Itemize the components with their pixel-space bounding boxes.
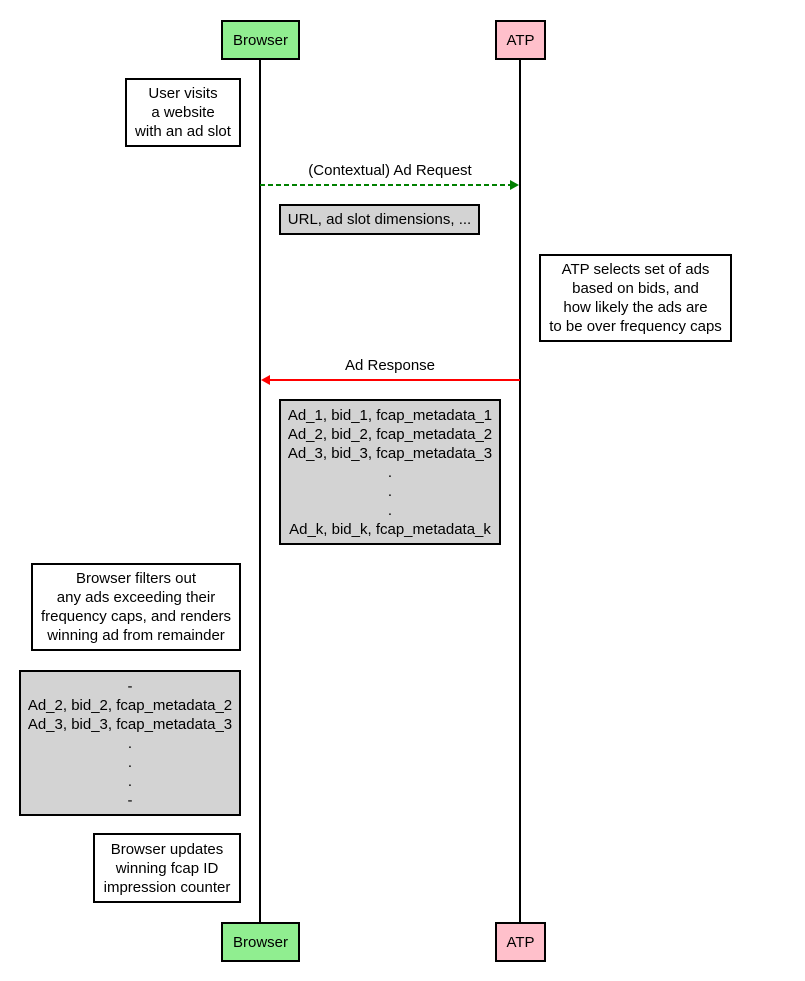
note-atp-selects: ATP selects set of ads based on bids, an… — [539, 254, 732, 342]
participant-label: ATP — [506, 933, 535, 951]
note-line: to be over frequency caps — [549, 318, 722, 335]
list-line: - — [127, 677, 133, 695]
participant-browser-top: Browser — [221, 20, 300, 60]
note-line: frequency caps, and renders — [40, 608, 232, 625]
note-line: how likely the ads are — [563, 299, 708, 316]
note-line: User visits — [148, 85, 218, 102]
payload-line: . — [387, 482, 393, 500]
note-line: Browser filters out — [75, 570, 197, 587]
ad-request-arrowhead — [510, 180, 519, 190]
note-line: ATP selects set of ads — [561, 261, 710, 278]
list-line: . — [127, 734, 133, 752]
filtered-ads-list: - Ad_2, bid_2, fcap_metadata_2 Ad_3, bid… — [19, 670, 241, 816]
ad-response-arrowhead — [261, 375, 270, 385]
note-user-visits: User visits a website with an ad slot — [125, 78, 241, 147]
list-line: . — [127, 772, 133, 790]
payload-line: Ad_1, bid_1, fcap_metadata_1 — [287, 406, 493, 424]
participant-label: Browser — [232, 31, 288, 49]
participant-label: ATP — [506, 31, 535, 49]
ad-request-label: (Contextual) Ad Request — [308, 162, 472, 179]
participant-browser-bottom: Browser — [221, 922, 300, 962]
note-line: Browser updates — [110, 840, 224, 858]
note-line: any ads exceeding their — [56, 589, 216, 606]
note-line: winning fcap ID — [115, 859, 219, 877]
list-line: . — [127, 753, 133, 771]
note-browser-filters: Browser filters out any ads exceeding th… — [31, 563, 241, 651]
ad-request-payload: URL, ad slot dimensions, ... — [279, 204, 480, 235]
note-line: winning ad from remainder — [47, 627, 225, 644]
payload-line: URL, ad slot dimensions, ... — [287, 211, 472, 228]
note-line: based on bids, and — [572, 280, 699, 297]
note-line: with an ad slot — [135, 123, 231, 140]
payload-line: Ad_3, bid_3, fcap_metadata_3 — [287, 444, 493, 462]
participant-label: Browser — [232, 933, 288, 951]
payload-line: Ad_2, bid_2, fcap_metadata_2 — [287, 425, 493, 443]
payload-line: . — [387, 501, 393, 519]
ad-response-payload: Ad_1, bid_1, fcap_metadata_1 Ad_2, bid_2… — [279, 399, 501, 545]
participant-atp-bottom: ATP — [495, 922, 546, 962]
note-line: a website — [151, 104, 215, 121]
note-browser-updates: Browser updates winning fcap ID impressi… — [93, 833, 241, 903]
ad-response-label: Ad Response — [344, 357, 436, 374]
list-line: - — [127, 791, 133, 809]
participant-atp-top: ATP — [495, 20, 546, 60]
list-line: Ad_3, bid_3, fcap_metadata_3 — [27, 715, 233, 733]
note-line: impression counter — [103, 878, 231, 896]
list-line: Ad_2, bid_2, fcap_metadata_2 — [27, 696, 233, 714]
payload-line: . — [387, 463, 393, 481]
payload-line: Ad_k, bid_k, fcap_metadata_k — [289, 520, 491, 538]
